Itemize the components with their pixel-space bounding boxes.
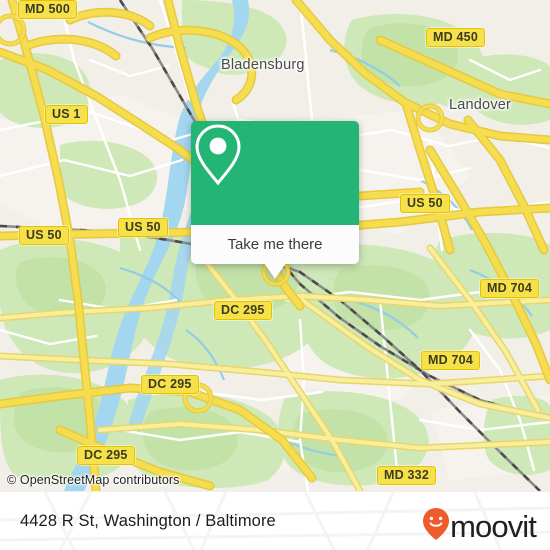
highway-shield: US 50 [19,226,69,245]
highway-shield: US 1 [45,105,88,124]
highway-shield: US 50 [400,194,450,213]
highway-shield: DC 295 [77,446,135,465]
location-popup-card[interactable]: Take me there [191,121,359,279]
popup-marker-area [191,121,359,225]
highway-shield: MD 704 [421,351,480,370]
address-label: 4428 R St, Washington / Baltimore [20,512,276,530]
highway-shield: US 50 [118,218,168,237]
highway-shield: DC 295 [141,375,199,394]
place-label: Landover [449,97,512,113]
moovit-wordmark: moovit [450,508,537,544]
moovit-logo[interactable]: moovit [421,507,537,546]
highway-shield: MD 450 [426,28,485,47]
take-me-there-button[interactable]: Take me there [191,225,359,264]
take-me-there-label: Take me there [227,236,323,253]
highway-shield: DC 295 [214,301,272,320]
moovit-pin-smiley-icon [421,507,451,546]
popup-pointer-tail [264,263,286,279]
moovit-map-screenshot: Bladensburg Landover MD 500 MD 450 US 1 … [0,0,550,550]
highway-shield: MD 500 [18,0,77,19]
map-canvas[interactable]: Bladensburg Landover MD 500 MD 450 US 1 … [0,0,550,491]
osm-attribution[interactable]: © OpenStreetMap contributors [7,473,180,487]
highway-shield: MD 704 [480,279,539,298]
place-label: Bladensburg [221,57,305,73]
highway-shield: MD 332 [377,466,436,485]
bottom-info-bar: 4428 R St, Washington / Baltimore moovit [0,491,550,550]
